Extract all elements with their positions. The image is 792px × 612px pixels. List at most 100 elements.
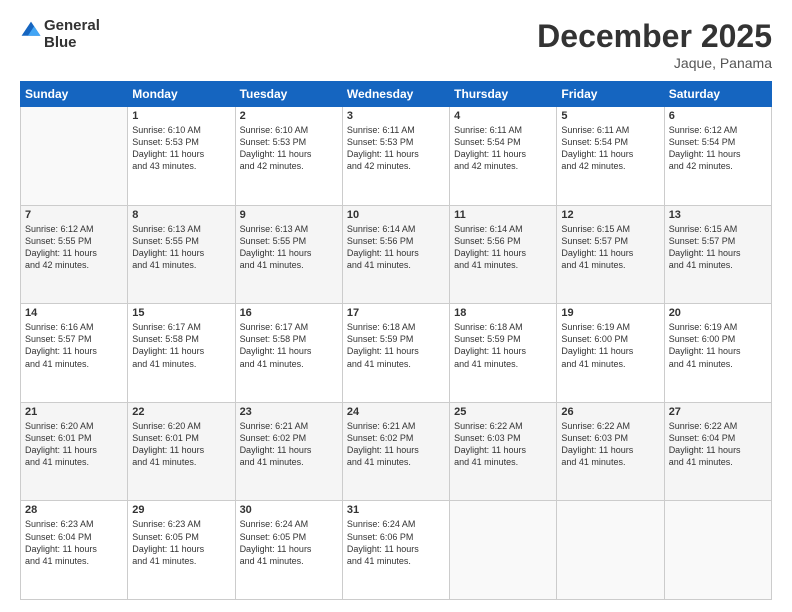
col-saturday: Saturday [664, 82, 771, 107]
day-number: 6 [669, 110, 767, 122]
day-number: 5 [561, 110, 659, 122]
cell-info: Sunrise: 6:20 AM Sunset: 6:01 PM Dayligh… [25, 420, 123, 469]
day-number: 26 [561, 406, 659, 418]
calendar-cell: 7 Sunrise: 6:12 AM Sunset: 5:55 PM Daylig… [21, 205, 128, 304]
day-number: 28 [25, 504, 123, 516]
cell-info: Sunrise: 6:18 AM Sunset: 5:59 PM Dayligh… [347, 321, 445, 370]
cell-info: Sunrise: 6:23 AM Sunset: 6:05 PM Dayligh… [132, 518, 230, 567]
calendar-body: 1 Sunrise: 6:10 AM Sunset: 5:53 PM Daylig… [21, 107, 772, 600]
calendar-cell: 15 Sunrise: 6:17 AM Sunset: 5:58 PM Dayli… [128, 304, 235, 403]
day-number: 22 [132, 406, 230, 418]
day-number: 15 [132, 307, 230, 319]
calendar-cell: 24 Sunrise: 6:21 AM Sunset: 6:02 PM Dayli… [342, 402, 449, 501]
cell-info: Sunrise: 6:21 AM Sunset: 6:02 PM Dayligh… [347, 420, 445, 469]
calendar-week-2: 7 Sunrise: 6:12 AM Sunset: 5:55 PM Daylig… [21, 205, 772, 304]
calendar-cell: 29 Sunrise: 6:23 AM Sunset: 6:05 PM Dayli… [128, 501, 235, 600]
cell-info: Sunrise: 6:15 AM Sunset: 5:57 PM Dayligh… [669, 223, 767, 272]
col-monday: Monday [128, 82, 235, 107]
calendar-week-1: 1 Sunrise: 6:10 AM Sunset: 5:53 PM Daylig… [21, 107, 772, 206]
cell-info: Sunrise: 6:11 AM Sunset: 5:54 PM Dayligh… [454, 124, 552, 173]
day-number: 16 [240, 307, 338, 319]
day-number: 31 [347, 504, 445, 516]
logo-text-general: General [44, 18, 100, 35]
cell-info: Sunrise: 6:14 AM Sunset: 5:56 PM Dayligh… [347, 223, 445, 272]
title-block: December 2025 Jaque, Panama [537, 18, 772, 71]
calendar-week-3: 14Sunrise: 6:16 AM Sunset: 5:57 PM Dayli… [21, 304, 772, 403]
calendar-cell: 2 Sunrise: 6:10 AM Sunset: 5:53 PM Daylig… [235, 107, 342, 206]
cell-info: Sunrise: 6:18 AM Sunset: 5:59 PM Dayligh… [454, 321, 552, 370]
calendar-cell: 5 Sunrise: 6:11 AM Sunset: 5:54 PM Daylig… [557, 107, 664, 206]
calendar-cell [557, 501, 664, 600]
cell-info: Sunrise: 6:10 AM Sunset: 5:53 PM Dayligh… [240, 124, 338, 173]
calendar-cell: 9Sunrise: 6:13 AM Sunset: 5:55 PM Daylig… [235, 205, 342, 304]
calendar-week-5: 28 Sunrise: 6:23 AM Sunset: 6:04 PM Dayli… [21, 501, 772, 600]
cell-info: Sunrise: 6:12 AM Sunset: 5:55 PM Dayligh… [25, 223, 123, 272]
cell-info: Sunrise: 6:24 AM Sunset: 6:05 PM Dayligh… [240, 518, 338, 567]
calendar-cell: 30Sunrise: 6:24 AM Sunset: 6:05 PM Dayli… [235, 501, 342, 600]
calendar-cell: 23 Sunrise: 6:21 AM Sunset: 6:02 PM Dayli… [235, 402, 342, 501]
day-number: 9 [240, 209, 338, 221]
cell-info: Sunrise: 6:12 AM Sunset: 5:54 PM Dayligh… [669, 124, 767, 173]
header: General Blue December 2025 Jaque, Panama [20, 18, 772, 71]
cell-info: Sunrise: 6:13 AM Sunset: 5:55 PM Dayligh… [132, 223, 230, 272]
day-number: 11 [454, 209, 552, 221]
cell-info: Sunrise: 6:11 AM Sunset: 5:53 PM Dayligh… [347, 124, 445, 173]
day-number: 1 [132, 110, 230, 122]
calendar-cell [21, 107, 128, 206]
day-number: 2 [240, 110, 338, 122]
cell-info: Sunrise: 6:22 AM Sunset: 6:03 PM Dayligh… [561, 420, 659, 469]
day-number: 27 [669, 406, 767, 418]
cell-info: Sunrise: 6:20 AM Sunset: 6:01 PM Dayligh… [132, 420, 230, 469]
cell-info: Sunrise: 6:10 AM Sunset: 5:53 PM Dayligh… [132, 124, 230, 173]
calendar-cell: 18Sunrise: 6:18 AM Sunset: 5:59 PM Dayli… [450, 304, 557, 403]
day-number: 19 [561, 307, 659, 319]
day-number: 13 [669, 209, 767, 221]
cell-info: Sunrise: 6:23 AM Sunset: 6:04 PM Dayligh… [25, 518, 123, 567]
day-number: 7 [25, 209, 123, 221]
day-number: 23 [240, 406, 338, 418]
calendar-cell: 22 Sunrise: 6:20 AM Sunset: 6:01 PM Dayli… [128, 402, 235, 501]
calendar-cell: 25 Sunrise: 6:22 AM Sunset: 6:03 PM Dayli… [450, 402, 557, 501]
calendar-cell: 20Sunrise: 6:19 AM Sunset: 6:00 PM Dayli… [664, 304, 771, 403]
cell-info: Sunrise: 6:11 AM Sunset: 5:54 PM Dayligh… [561, 124, 659, 173]
month-title: December 2025 [537, 18, 772, 55]
cell-info: Sunrise: 6:21 AM Sunset: 6:02 PM Dayligh… [240, 420, 338, 469]
calendar-week-4: 21 Sunrise: 6:20 AM Sunset: 6:01 PM Dayli… [21, 402, 772, 501]
day-number: 14 [25, 307, 123, 319]
calendar-cell: 4Sunrise: 6:11 AM Sunset: 5:54 PM Daylig… [450, 107, 557, 206]
day-number: 25 [454, 406, 552, 418]
cell-info: Sunrise: 6:19 AM Sunset: 6:00 PM Dayligh… [561, 321, 659, 370]
cell-info: Sunrise: 6:24 AM Sunset: 6:06 PM Dayligh… [347, 518, 445, 567]
calendar-cell: 21 Sunrise: 6:20 AM Sunset: 6:01 PM Dayli… [21, 402, 128, 501]
calendar-cell [664, 501, 771, 600]
calendar-cell: 13 Sunrise: 6:15 AM Sunset: 5:57 PM Dayli… [664, 205, 771, 304]
col-wednesday: Wednesday [342, 82, 449, 107]
calendar-cell: 11Sunrise: 6:14 AM Sunset: 5:56 PM Dayli… [450, 205, 557, 304]
day-number: 24 [347, 406, 445, 418]
col-tuesday: Tuesday [235, 82, 342, 107]
day-number: 3 [347, 110, 445, 122]
logo-text-blue: Blue [44, 35, 100, 52]
day-number: 21 [25, 406, 123, 418]
cell-info: Sunrise: 6:22 AM Sunset: 6:03 PM Dayligh… [454, 420, 552, 469]
calendar-cell: 1 Sunrise: 6:10 AM Sunset: 5:53 PM Daylig… [128, 107, 235, 206]
calendar-cell: 16 Sunrise: 6:17 AM Sunset: 5:58 PM Dayli… [235, 304, 342, 403]
calendar-cell: 10Sunrise: 6:14 AM Sunset: 5:56 PM Dayli… [342, 205, 449, 304]
calendar-cell: 26 Sunrise: 6:22 AM Sunset: 6:03 PM Dayli… [557, 402, 664, 501]
calendar-cell: 27Sunrise: 6:22 AM Sunset: 6:04 PM Dayli… [664, 402, 771, 501]
cell-info: Sunrise: 6:15 AM Sunset: 5:57 PM Dayligh… [561, 223, 659, 272]
cell-info: Sunrise: 6:17 AM Sunset: 5:58 PM Dayligh… [240, 321, 338, 370]
calendar-cell: 8Sunrise: 6:13 AM Sunset: 5:55 PM Daylig… [128, 205, 235, 304]
calendar-cell: 19 Sunrise: 6:19 AM Sunset: 6:00 PM Dayli… [557, 304, 664, 403]
col-sunday: Sunday [21, 82, 128, 107]
calendar-cell: 3 Sunrise: 6:11 AM Sunset: 5:53 PM Daylig… [342, 107, 449, 206]
col-friday: Friday [557, 82, 664, 107]
day-number: 12 [561, 209, 659, 221]
calendar-cell: 12 Sunrise: 6:15 AM Sunset: 5:57 PM Dayli… [557, 205, 664, 304]
subtitle: Jaque, Panama [537, 55, 772, 71]
logo-icon [20, 20, 42, 42]
cell-info: Sunrise: 6:17 AM Sunset: 5:58 PM Dayligh… [132, 321, 230, 370]
calendar-cell: 6 Sunrise: 6:12 AM Sunset: 5:54 PM Daylig… [664, 107, 771, 206]
day-number: 29 [132, 504, 230, 516]
col-thursday: Thursday [450, 82, 557, 107]
